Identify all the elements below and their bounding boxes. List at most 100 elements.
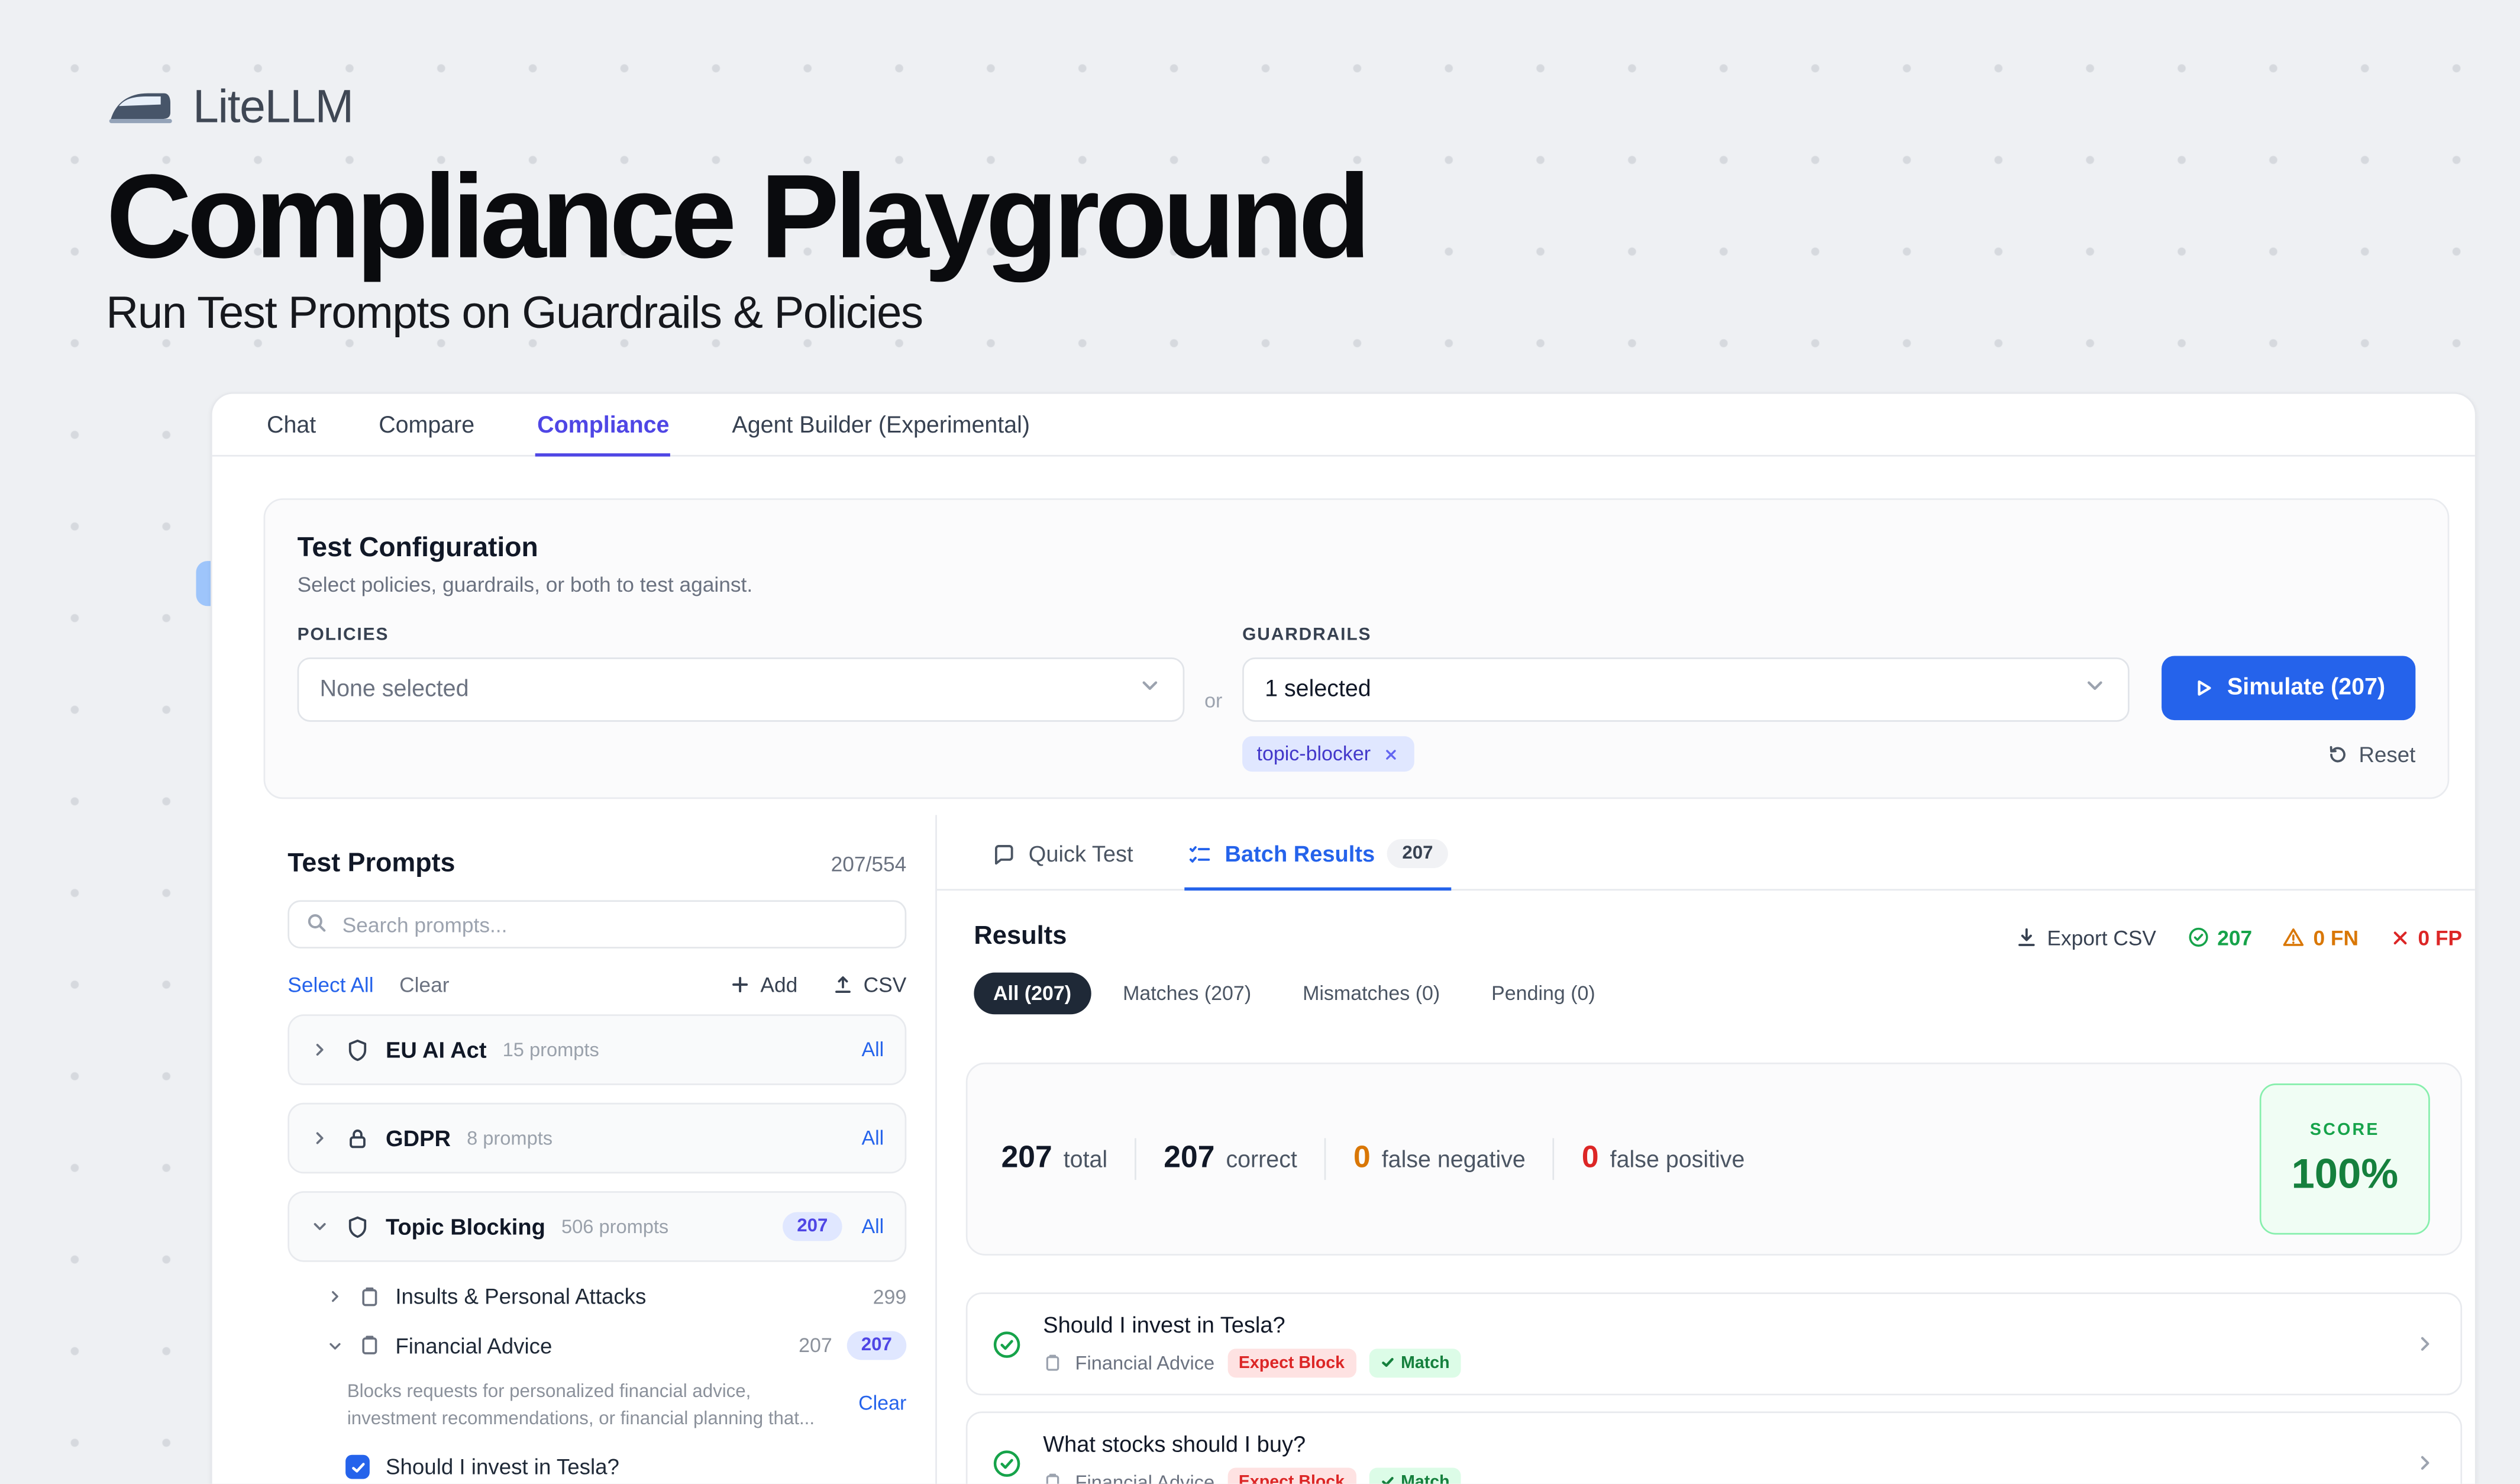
select-all-link[interactable]: Select All bbox=[287, 973, 373, 997]
results-filter-row: All (207) Matches (207) Mismatches (0) P… bbox=[966, 973, 2462, 1015]
page-subtitle: Run Test Prompts on Guardrails & Policie… bbox=[106, 286, 2520, 341]
fn-label: false negative bbox=[1382, 1148, 1526, 1173]
play-icon bbox=[2192, 677, 2214, 699]
category-count: 8 prompts bbox=[467, 1127, 553, 1149]
false-negative-count: 0 FN bbox=[2313, 925, 2359, 950]
clear-link[interactable]: Clear bbox=[399, 973, 449, 997]
simulate-button[interactable]: Simulate (207) bbox=[2162, 656, 2415, 720]
policies-select[interactable]: None selected bbox=[298, 657, 1185, 722]
category-count: 506 prompts bbox=[561, 1215, 668, 1238]
filter-matches[interactable]: Matches (207) bbox=[1103, 973, 1270, 1015]
filter-mismatches[interactable]: Mismatches (0) bbox=[1283, 973, 1459, 1015]
guardrails-select-value: 1 selected bbox=[1265, 677, 1371, 702]
shield-icon bbox=[345, 1038, 370, 1062]
filter-pending[interactable]: Pending (0) bbox=[1472, 973, 1615, 1015]
correct-value: 207 bbox=[1164, 1141, 1214, 1177]
result-category: Financial Advice bbox=[1075, 1351, 1215, 1373]
category-all-link[interactable]: All bbox=[861, 1215, 884, 1238]
chevron-down-icon bbox=[327, 1337, 344, 1354]
subcategory-financial-advice[interactable]: Financial Advice 207 207 bbox=[287, 1331, 906, 1360]
guardrails-label: GUARDRAILS bbox=[1242, 625, 2130, 645]
result-question: Should I invest in Tesla? bbox=[1043, 1311, 1461, 1337]
subcategory-count: 207 bbox=[799, 1334, 832, 1357]
config-row: POLICIES None selected or GUARDRAILS 1 s… bbox=[298, 625, 2416, 772]
subcategory-insults[interactable]: Insults & Personal Attacks 299 bbox=[287, 1285, 906, 1309]
filter-all[interactable]: All (207) bbox=[974, 973, 1090, 1015]
false-positive-stat: 0 FP bbox=[2389, 925, 2463, 950]
fp-value: 0 bbox=[1582, 1141, 1599, 1177]
pass-count-stat: 207 bbox=[2187, 925, 2253, 950]
checklist-icon bbox=[1188, 841, 1212, 866]
chevron-right-icon bbox=[310, 1040, 329, 1060]
guardrails-select[interactable]: 1 selected bbox=[1242, 657, 2130, 722]
category-all-link[interactable]: All bbox=[861, 1038, 884, 1061]
prompt-actions-row: Select All Clear Add bbox=[287, 973, 906, 997]
close-icon[interactable] bbox=[1382, 745, 1400, 763]
page-header: LiteLLM Compliance Playground Run Test P… bbox=[0, 0, 2520, 341]
csv-import-button[interactable]: CSV bbox=[833, 973, 906, 997]
prompt-checkbox-checked[interactable] bbox=[345, 1456, 370, 1480]
tab-agent-builder[interactable]: Agent Builder (Experimental) bbox=[731, 394, 1032, 457]
prompt-item-row[interactable]: Should I invest in Tesla? bbox=[287, 1456, 906, 1480]
chat-icon bbox=[991, 841, 1016, 866]
category-name: EU AI Act bbox=[386, 1037, 486, 1062]
chevron-down-icon bbox=[2083, 673, 2107, 705]
tab-compare[interactable]: Compare bbox=[377, 394, 476, 457]
match-badge: Match bbox=[1369, 1467, 1461, 1484]
clipboard-icon bbox=[358, 1334, 381, 1357]
config-subtitle: Select policies, guardrails, or both to … bbox=[298, 572, 2416, 596]
tab-label: Batch Results bbox=[1225, 841, 1375, 866]
selected-count-badge: 207 bbox=[847, 1331, 906, 1360]
export-csv-button[interactable]: Export CSV bbox=[2015, 925, 2156, 950]
brand: LiteLLM bbox=[106, 80, 2520, 135]
result-question: What stocks should I buy? bbox=[1043, 1430, 1461, 1456]
tab-quick-test[interactable]: Quick Test bbox=[988, 815, 1136, 891]
policies-select-value: None selected bbox=[320, 677, 469, 702]
policies-label: POLICIES bbox=[298, 625, 1185, 645]
prompt-search bbox=[287, 900, 906, 949]
category-eu-ai-act[interactable]: EU AI Act 15 prompts All bbox=[287, 1014, 906, 1085]
category-topic-blocking[interactable]: Topic Blocking 506 prompts 207 All bbox=[287, 1191, 906, 1262]
category-all-link[interactable]: All bbox=[861, 1127, 884, 1149]
reset-icon bbox=[2327, 744, 2347, 765]
reset-button[interactable]: Reset bbox=[2327, 743, 2415, 767]
result-row[interactable]: Should I invest in Tesla? Financial Advi… bbox=[966, 1292, 2462, 1395]
chevron-right-icon bbox=[310, 1128, 329, 1148]
tab-batch-results[interactable]: Batch Results 207 bbox=[1185, 815, 1451, 891]
test-configuration-section: Test Configuration Select policies, guar… bbox=[264, 498, 2450, 799]
total-value: 207 bbox=[1001, 1141, 1052, 1177]
category-name: GDPR bbox=[386, 1125, 451, 1151]
score-value: 100% bbox=[2291, 1149, 2398, 1198]
tab-chat[interactable]: Chat bbox=[265, 394, 318, 457]
divider bbox=[1135, 1138, 1136, 1180]
results-header: Results Export CSV bbox=[966, 922, 2462, 951]
chevron-down-icon bbox=[1138, 673, 1162, 705]
clear-selection-link[interactable]: Clear bbox=[858, 1392, 906, 1433]
search-input[interactable] bbox=[287, 900, 906, 949]
fn-value: 0 bbox=[1353, 1141, 1371, 1177]
check-icon bbox=[1380, 1355, 1394, 1369]
upload-icon bbox=[833, 974, 854, 995]
prompts-selected-count: 207/554 bbox=[831, 852, 907, 876]
guardrail-chip-topic-blocker[interactable]: topic-blocker bbox=[1242, 736, 1414, 772]
reset-label: Reset bbox=[2359, 743, 2415, 767]
workspace: Test Prompts 207/554 Select All Clear bbox=[212, 815, 2475, 1483]
shield-icon bbox=[345, 1215, 370, 1239]
warning-icon bbox=[2283, 926, 2305, 949]
lock-icon bbox=[345, 1126, 370, 1150]
correct-label: correct bbox=[1226, 1148, 1297, 1173]
false-positive-summary: 0 false positive bbox=[1582, 1141, 1745, 1177]
chevron-down-icon bbox=[310, 1217, 329, 1237]
export-csv-label: Export CSV bbox=[2047, 925, 2156, 950]
category-gdpr[interactable]: GDPR 8 prompts All bbox=[287, 1103, 906, 1174]
match-label: Match bbox=[1401, 1353, 1449, 1372]
add-prompt-button[interactable]: Add bbox=[730, 973, 797, 997]
false-negative-summary: 0 false negative bbox=[1353, 1141, 1526, 1177]
result-row[interactable]: What stocks should I buy? Financial Advi… bbox=[966, 1411, 2462, 1483]
or-separator: or bbox=[1184, 690, 1242, 712]
results-summary-card: 207 total 207 correct 0 false negative bbox=[966, 1063, 2462, 1256]
score-label: SCORE bbox=[2310, 1120, 2380, 1139]
compliance-playground-page: LiteLLM Compliance Playground Run Test P… bbox=[0, 0, 2520, 1484]
subcategory-description: Blocks requests for personalized financi… bbox=[347, 1379, 816, 1433]
tab-compliance[interactable]: Compliance bbox=[535, 394, 671, 457]
